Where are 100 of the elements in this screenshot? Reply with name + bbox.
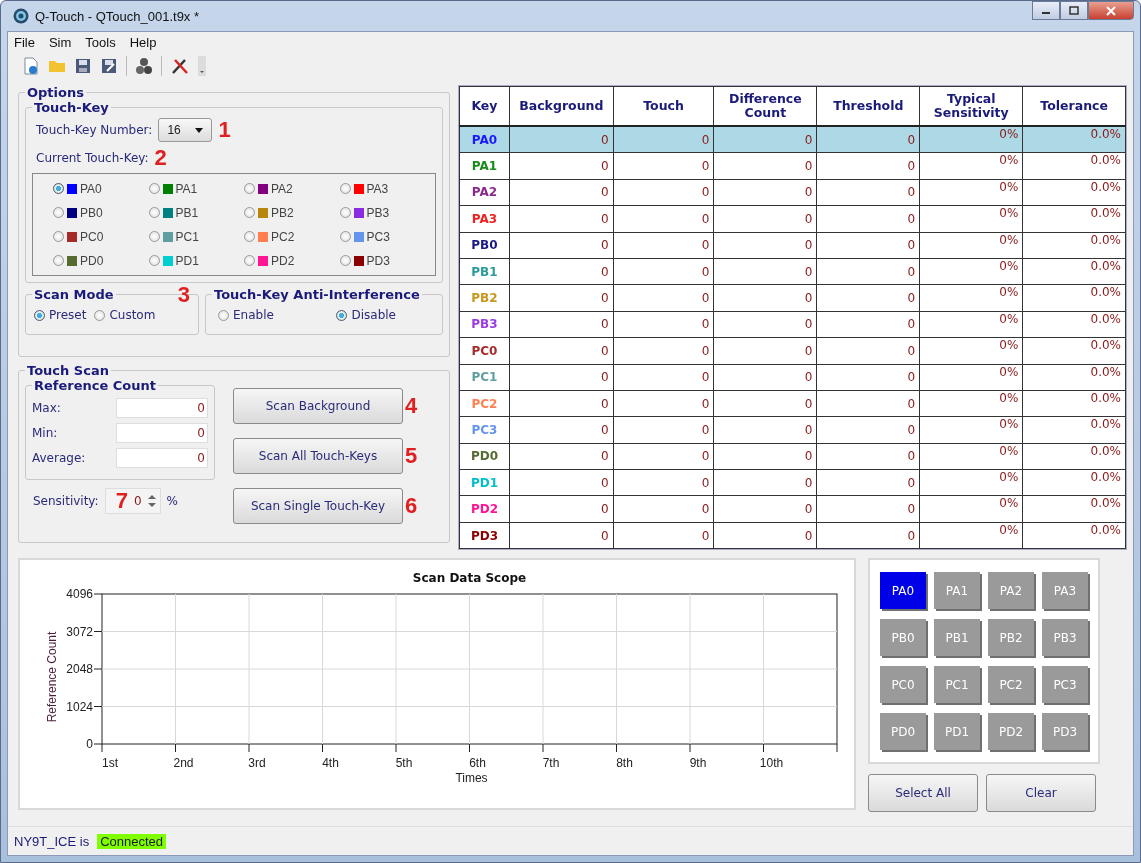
key-cell: PC2	[459, 390, 510, 417]
value-field[interactable]: 0	[116, 448, 208, 468]
radio-button[interactable]	[53, 183, 64, 194]
group-title: Scan Mode	[33, 287, 115, 302]
new-file-icon[interactable]	[22, 57, 40, 75]
value-field[interactable]: 0	[116, 423, 208, 443]
table-cell: 0	[816, 495, 920, 523]
table-cell: 0	[713, 364, 817, 391]
table-cell: 0	[613, 179, 714, 206]
minimize-button[interactable]	[1032, 1, 1060, 20]
table-cell: 0%	[919, 284, 1023, 312]
radio-button[interactable]	[53, 231, 64, 242]
action-button[interactable]: Select All	[868, 774, 978, 813]
radio-button[interactable]	[53, 255, 64, 266]
table-row[interactable]: PC1 0 0 0 0 0% 0.0%	[459, 364, 1126, 391]
radio-button[interactable]	[53, 207, 64, 218]
table-cell: 0	[613, 232, 714, 259]
table-row[interactable]: PA2 0 0 0 0 0% 0.0%	[459, 179, 1126, 206]
table-cell: 0	[713, 495, 817, 523]
key-cell: PA3	[459, 205, 510, 233]
radio-label: Preset	[49, 308, 87, 322]
scan-button[interactable]: Scan Single Touch-Key	[233, 488, 403, 524]
save-as-icon[interactable]	[100, 57, 118, 75]
table-row[interactable]: PC3 0 0 0 0 0% 0.0%	[459, 416, 1126, 444]
toolbar-overflow-icon[interactable]	[198, 56, 206, 76]
key-button[interactable]: PA0	[880, 572, 926, 610]
value-field[interactable]: 0	[116, 398, 208, 418]
menu-item[interactable]: File	[14, 35, 35, 50]
table-cell: 0	[816, 522, 920, 549]
table-row[interactable]: PB1 0 0 0 0 0% 0.0%	[459, 258, 1126, 285]
menu-item[interactable]: Help	[129, 35, 157, 50]
radio-button[interactable]	[148, 231, 160, 242]
table-cell: 0	[713, 443, 817, 470]
scan-button[interactable]: Scan All Touch-Keys	[233, 438, 403, 474]
radio-label: PC3	[366, 229, 390, 244]
table-row[interactable]: PD2 0 0 0 0 0% 0.0%	[459, 495, 1126, 523]
table-row[interactable]: PA0 0 0 0 0 0% 0.0%	[459, 126, 1126, 153]
radio-label: PC0	[80, 229, 104, 244]
radio-button[interactable]	[94, 309, 106, 321]
table-cell: 0	[816, 152, 920, 180]
table-cell: 0	[509, 416, 614, 444]
action-button[interactable]: Clear	[986, 774, 1096, 813]
y-tick-label: 0	[86, 737, 93, 752]
spinner-arrows-icon[interactable]	[147, 494, 156, 508]
key-cell: PA2	[459, 179, 510, 206]
radio-button[interactable]	[339, 183, 351, 194]
table-row[interactable]: PA3 0 0 0 0 0% 0.0%	[459, 205, 1126, 233]
radio-button[interactable]	[148, 183, 160, 194]
radio-button[interactable]	[339, 207, 351, 218]
radio-button[interactable]	[336, 309, 348, 321]
radio-button[interactable]	[218, 309, 229, 321]
table-row[interactable]: PC2 0 0 0 0 0% 0.0%	[459, 390, 1126, 417]
maximize-button[interactable]	[1060, 1, 1088, 20]
radio-button[interactable]	[244, 231, 255, 242]
table-row[interactable]: PC0 0 0 0 0 0% 0.0%	[459, 337, 1126, 364]
table-cell: 0	[613, 469, 714, 496]
radio-label: PB2	[271, 205, 294, 220]
radio-button[interactable]	[148, 207, 160, 218]
radio-label: PC1	[175, 229, 199, 244]
menu-item[interactable]: Sim	[48, 35, 72, 50]
table-row[interactable]: PB2 0 0 0 0 0% 0.0%	[459, 284, 1126, 312]
table-row[interactable]: PB3 0 0 0 0 0% 0.0%	[459, 311, 1126, 338]
touch-key-number-dropdown[interactable]: 16	[158, 118, 213, 142]
table-cell: 0	[613, 495, 714, 523]
radio-button[interactable]	[244, 183, 255, 194]
sensitivity-spinner[interactable]: 7 0	[104, 488, 161, 514]
radio-button[interactable]	[339, 231, 351, 242]
table-cell: 0	[816, 311, 920, 338]
table-row[interactable]: PB0 0 0 0 0 0% 0.0%	[459, 232, 1126, 259]
table-cell: 0	[713, 390, 817, 417]
radio-label: PB1	[175, 205, 199, 220]
tools-icon[interactable]	[170, 57, 190, 75]
table-cell: 0%	[919, 205, 1023, 233]
radio-button[interactable]	[244, 255, 255, 266]
menu-item[interactable]: Tools	[85, 35, 116, 50]
field-label: Sensitivity:	[33, 494, 99, 508]
table-cell: 0.0%	[1022, 179, 1126, 206]
table-cell: 0.0%	[1022, 416, 1126, 444]
scan-button[interactable]: Scan Background	[233, 388, 403, 424]
table-cell: 0	[613, 390, 714, 417]
radio-label: PD2	[271, 253, 295, 268]
window-title: Q-Touch - QTouch_001.t9x *	[35, 8, 200, 24]
radio-button[interactable]	[244, 207, 255, 218]
table-row[interactable]: PD1 0 0 0 0 0% 0.0%	[459, 469, 1126, 496]
column-header: Key	[459, 86, 510, 126]
save-icon[interactable]	[74, 57, 92, 75]
field-label: Current Touch-Key:	[36, 151, 149, 165]
table-row[interactable]: PD3 0 0 0 0 0% 0.0%	[459, 522, 1126, 549]
table-cell: 0	[816, 443, 920, 470]
radio-button[interactable]	[148, 255, 160, 266]
table-cell: 0	[613, 284, 714, 312]
table-row[interactable]: PA1 0 0 0 0 0% 0.0%	[459, 152, 1126, 180]
radio-button[interactable]	[34, 309, 45, 321]
table-cell: 0	[613, 337, 714, 364]
close-button[interactable]	[1088, 1, 1134, 20]
radio-button[interactable]	[339, 255, 351, 266]
table-cell: 0.0%	[1022, 311, 1126, 338]
table-row[interactable]: PD0 0 0 0 0 0% 0.0%	[459, 443, 1126, 470]
table-cell: 0	[713, 258, 817, 285]
annotation-number: 4	[405, 395, 418, 417]
